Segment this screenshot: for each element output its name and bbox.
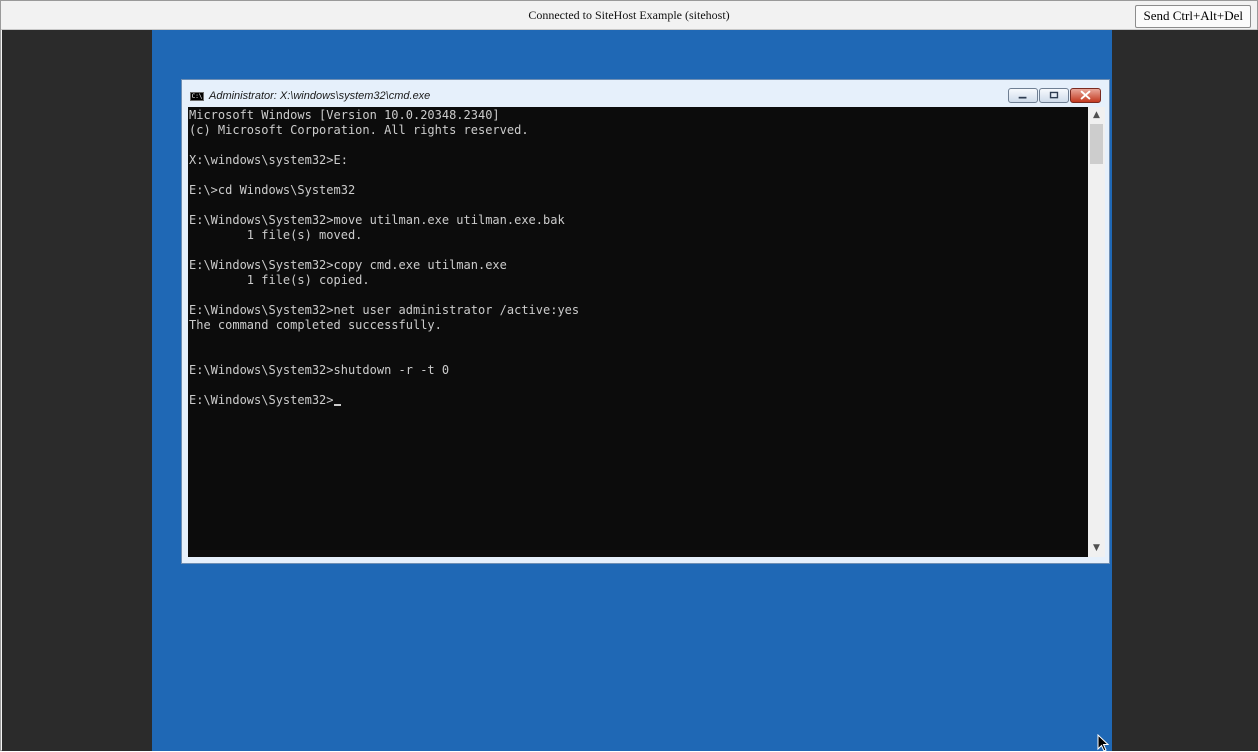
remote-screen[interactable]: C:\ Administrator: X:\windows\system32\c… — [2, 30, 1258, 751]
console-line: E:\Windows\System32>net user administrat… — [189, 303, 580, 317]
connection-status: Connected to SiteHost Example (sitehost) — [528, 8, 730, 22]
minimize-icon — [1018, 96, 1027, 99]
console-line: 1 file(s) copied. — [189, 273, 370, 287]
close-button[interactable] — [1070, 88, 1101, 103]
cmd-window[interactable]: C:\ Administrator: X:\windows\system32\c… — [181, 79, 1110, 564]
console-line: E:\Windows\System32>shutdown -r -t 0 — [189, 363, 450, 377]
remote-desktop: C:\ Administrator: X:\windows\system32\c… — [152, 30, 1112, 751]
chevron-down-icon[interactable]: ▼ — [1088, 540, 1105, 557]
viewer-toolbar: Connected to SiteHost Example (sitehost)… — [1, 1, 1257, 30]
console-line: Microsoft Windows [Version 10.0.20348.23… — [189, 108, 500, 122]
send-ctrl-alt-del-button[interactable]: Send Ctrl+Alt+Del — [1135, 5, 1251, 28]
console-line: X:\windows\system32>E: — [189, 153, 348, 167]
cmd-app-icon: C:\ — [190, 92, 204, 101]
cmd-title-bar[interactable]: C:\ Administrator: X:\windows\system32\c… — [182, 80, 1109, 107]
console-output[interactable]: Microsoft Windows [Version 10.0.20348.23… — [188, 107, 1088, 557]
remote-console-viewer: Connected to SiteHost Example (sitehost)… — [0, 0, 1258, 752]
console-line: E:\Windows\System32> — [189, 393, 579, 408]
mouse-pointer-icon — [1097, 734, 1109, 752]
text-cursor — [333, 404, 341, 406]
scrollbar-thumb[interactable] — [1090, 124, 1103, 164]
console-line: The command completed successfully. — [189, 318, 442, 332]
chevron-up-icon[interactable]: ▲ — [1088, 107, 1105, 124]
console-line: E:\Windows\System32>copy cmd.exe utilman… — [189, 258, 507, 272]
console-line: E:\>cd Windows\System32 — [189, 183, 356, 197]
console-line: 1 file(s) moved. — [189, 228, 363, 242]
vertical-scrollbar[interactable]: ▲ ▼ — [1088, 107, 1105, 557]
maximize-icon — [1049, 91, 1059, 99]
minimize-button[interactable] — [1008, 88, 1038, 103]
console-line: (c) Microsoft Corporation. All rights re… — [189, 123, 529, 137]
console-line: E:\Windows\System32>move utilman.exe uti… — [189, 213, 565, 227]
maximize-button[interactable] — [1039, 88, 1069, 103]
console-lines: Microsoft Windows [Version 10.0.20348.23… — [189, 108, 579, 408]
close-icon — [1080, 90, 1091, 100]
window-title: Administrator: X:\windows\system32\cmd.e… — [209, 90, 431, 102]
